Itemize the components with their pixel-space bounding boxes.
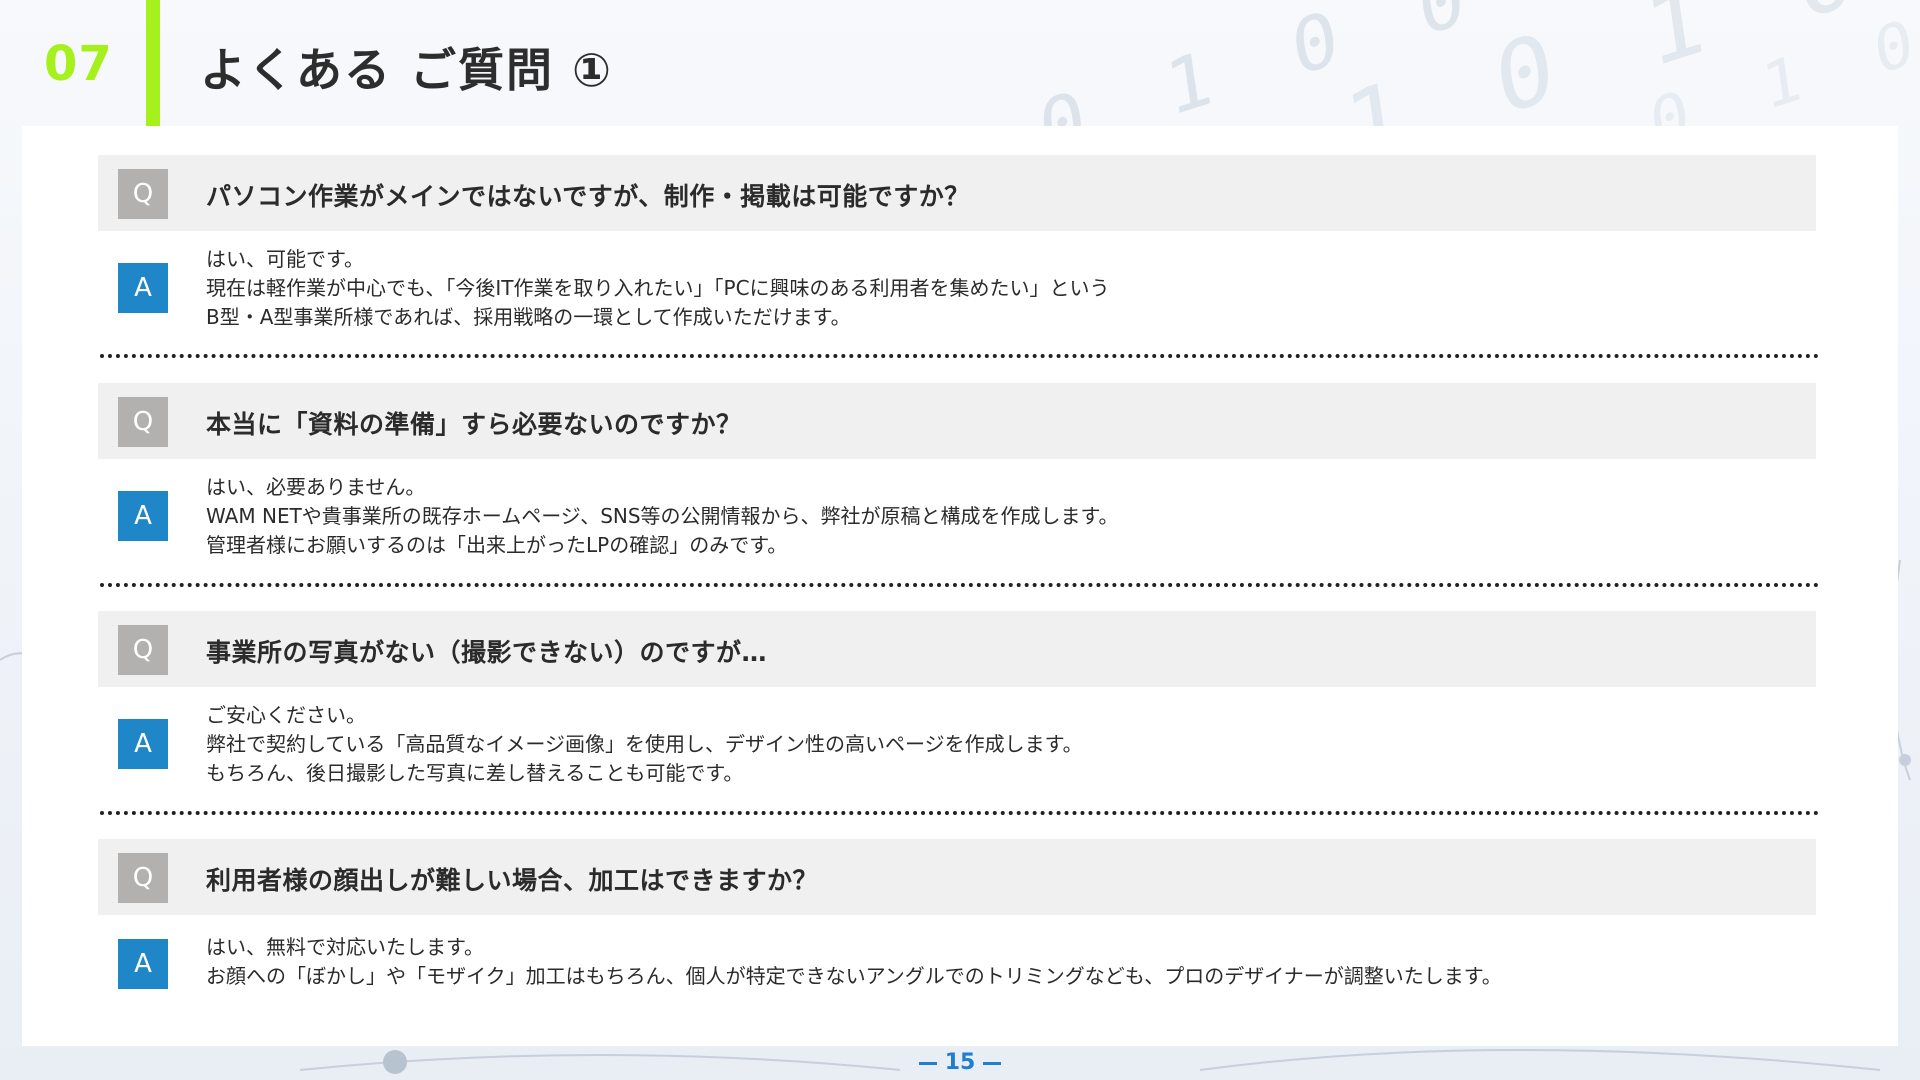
page-number-value: 15 (944, 1050, 976, 1075)
answer-line: はい、可能です。 (206, 247, 364, 271)
answer-badge: A (118, 719, 168, 769)
answer-line: はい、必要ありません。 (206, 475, 426, 499)
question-row: Q 事業所の写真がない（撮影できない）のですが… (98, 611, 1816, 687)
answer-text: はい、必要ありません。 WAM NETや貴事業所の既存ホームページ、SNS等の公… (206, 473, 1119, 560)
question-text: 利用者様の顔出しが難しい場合、加工はできますか？ (206, 866, 819, 895)
question-text: パソコン作業がメインではないですが、制作・掲載は可能ですか？ (206, 182, 970, 211)
dotted-divider (100, 354, 1820, 358)
section-number: 07 (44, 36, 113, 92)
page-number-dash-right (983, 1061, 1002, 1065)
dotted-divider (100, 811, 1820, 815)
answer-line: ご安心ください。 (206, 703, 366, 727)
answer-line: B型・A型事業所様であれば、採用戦略の一環として作成いただけます。 (206, 305, 851, 329)
question-badge: Q (118, 169, 168, 219)
header: 07 よくある ご質問 ① (0, 0, 1920, 130)
dotted-divider (100, 583, 1820, 587)
question-row: Q パソコン作業がメインではないですが、制作・掲載は可能ですか？ (98, 155, 1816, 231)
page-number-dash-left (918, 1061, 937, 1065)
answer-badge: A (118, 491, 168, 541)
faq-item: Q 本当に「資料の準備」すら必要ないのですか？ A はい、必要ありません。 WA… (98, 383, 1816, 563)
question-row: Q 本当に「資料の準備」すら必要ないのですか？ (98, 383, 1816, 459)
answer-line: お顔への「ぼかし」や「モザイク」加工はもちろん、個人が特定できないアングルでのト… (206, 964, 1502, 988)
question-badge: Q (118, 853, 168, 903)
faq-item: Q パソコン作業がメインではないですが、制作・掲載は可能ですか？ A はい、可能… (98, 155, 1816, 335)
answer-line: 弊社で契約している「高品質なイメージ画像」を使用し、デザイン性の高いページを作成… (206, 732, 1083, 756)
question-text: 事業所の写真がない（撮影できない）のですが… (206, 638, 768, 667)
faq-item: Q 利用者様の顔出しが難しい場合、加工はできますか？ A はい、無料で対応いたし… (98, 839, 1816, 1009)
question-row: Q 利用者様の顔出しが難しい場合、加工はできますか？ (98, 839, 1816, 915)
answer-text: はい、無料で対応いたします。 お顔への「ぼかし」や「モザイク」加工はもちろん、個… (206, 933, 1502, 991)
page-title: よくある ご質問 ① (200, 43, 613, 97)
answer-text: ご安心ください。 弊社で契約している「高品質なイメージ画像」を使用し、デザイン性… (206, 701, 1083, 788)
answer-line: 管理者様にお願いするのは「出来上がったLPの確認」のみです。 (206, 533, 788, 557)
question-text: 本当に「資料の準備」すら必要ないのですか？ (206, 410, 742, 439)
page-number: 15 (0, 1050, 1920, 1075)
answer-line: 現在は軽作業が中心でも、「今後IT作業を取り入れたい」「PCに興味のある利用者を… (206, 276, 1110, 300)
question-badge: Q (118, 625, 168, 675)
answer-badge: A (118, 939, 168, 989)
answer-line: もちろん、後日撮影した写真に差し替えることも可能です。 (206, 761, 744, 785)
answer-line: はい、無料で対応いたします。 (206, 935, 484, 959)
header-accent-bar (146, 0, 160, 130)
answer-badge: A (118, 263, 168, 313)
answer-line: WAM NETや貴事業所の既存ホームページ、SNS等の公開情報から、弊社が原稿と… (206, 504, 1119, 528)
faq-item: Q 事業所の写真がない（撮影できない）のですが… A ご安心ください。 弊社で契… (98, 611, 1816, 791)
answer-text: はい、可能です。 現在は軽作業が中心でも、「今後IT作業を取り入れたい」「PCに… (206, 245, 1110, 332)
question-badge: Q (118, 397, 168, 447)
